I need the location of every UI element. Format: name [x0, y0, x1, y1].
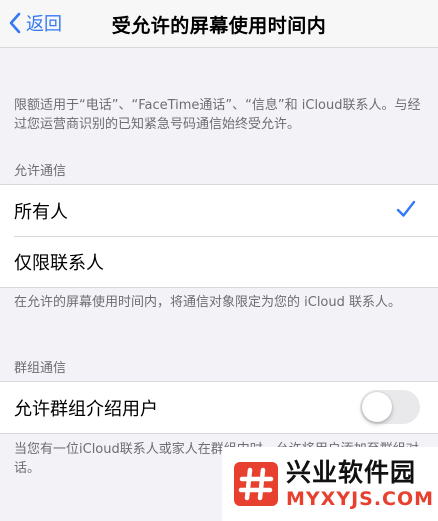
allow-group-introduce-label: 允许群组介绍用户 [14, 398, 158, 420]
option-contacts-only[interactable]: 仅限联系人 [0, 236, 438, 287]
group-communication-header: 群组通信 [14, 361, 67, 376]
watermark-name: 兴业软件园 [286, 458, 417, 487]
option-everyone-label: 所有人 [14, 201, 68, 223]
checkmark-icon [396, 200, 416, 217]
navigation-bar: 返回 受允许的屏幕使用时间内 [0, 0, 438, 48]
toggle-knob [362, 392, 392, 422]
allowed-communication-footer: 在允许的屏幕使用时间内，将通信对象限定为您的 iCloud 联系人。 [14, 295, 402, 310]
option-contacts-only-label: 仅限联系人 [14, 252, 104, 274]
watermark: 兴业软件园 MYXYJS.COM [222, 447, 438, 521]
hash-logo-icon [234, 462, 278, 506]
allowed-communication-group: 所有人 仅限联系人 [0, 184, 438, 288]
allow-group-introduce-row: 允许群组介绍用户 [0, 382, 438, 433]
allowed-communication-header: 允许通信 [14, 164, 67, 179]
page-title: 受允许的屏幕使用时间内 [111, 15, 327, 37]
limits-note: 限额适用于“电话”、“FaceTime通话”、“信息”和 iCloud联系人。与… [14, 98, 421, 132]
allow-group-introduce-toggle[interactable] [360, 390, 420, 424]
option-everyone[interactable]: 所有人 [0, 185, 438, 236]
watermark-domain: MYXYJS.COM [286, 488, 435, 510]
group-communication-group: 允许群组介绍用户 [0, 381, 438, 434]
